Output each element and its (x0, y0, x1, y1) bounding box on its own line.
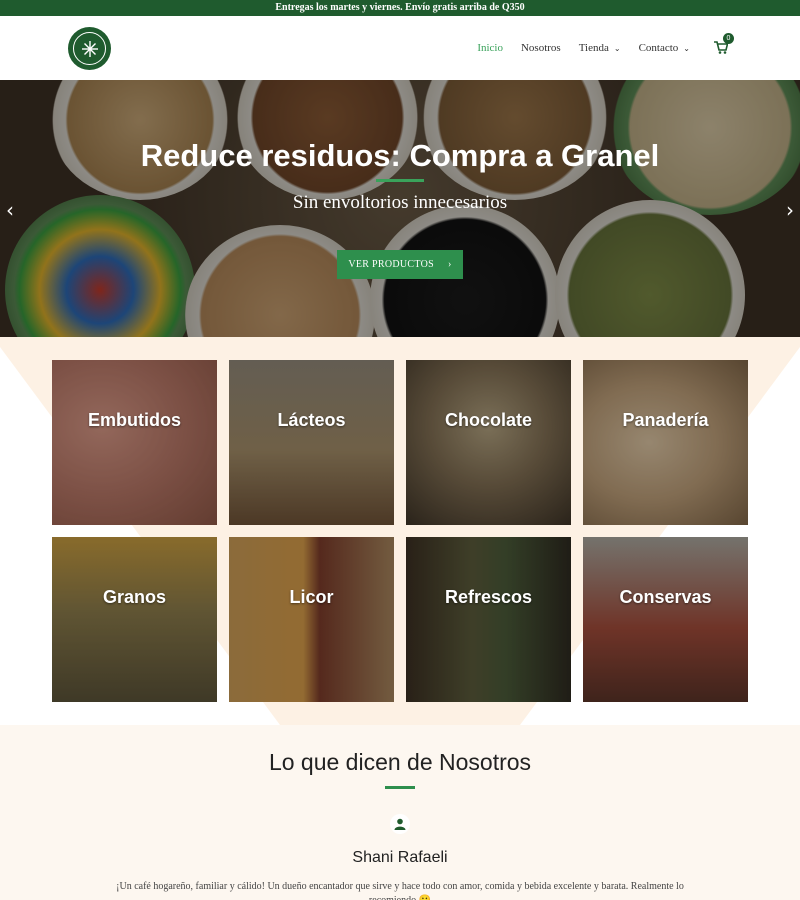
tile-overlay (583, 537, 748, 702)
main-nav: Inicio Nosotros Tienda ⌄ Contacto ⌄ 0 (477, 16, 734, 80)
category-tile-refrescos[interactable]: Refrescos (406, 537, 571, 702)
tile-overlay (52, 360, 217, 525)
nav-contacto[interactable]: Contacto ⌄ (639, 42, 690, 54)
category-label: Chocolate (444, 410, 532, 430)
category-label: Conservas (619, 587, 712, 607)
nav-label: Nosotros (520, 42, 561, 54)
hero-subtitle: Sin envoltorios innecesarios (292, 192, 508, 213)
slider-next-arrow-icon[interactable]: › (786, 198, 794, 222)
category-label: Refrescos (444, 587, 533, 607)
chevron-down-icon: ⌄ (683, 43, 690, 53)
compass-icon (81, 40, 98, 57)
category-label: Panadería (622, 410, 709, 430)
category-grid: Embutidos Lácteos Chocolate Panadería Gr… (0, 337, 800, 725)
user-avatar-icon (390, 814, 410, 834)
category-tile-granos[interactable]: Granos (52, 537, 217, 702)
category-label: Granos (102, 587, 167, 607)
site-header: Inicio Nosotros Tienda ⌄ Contacto ⌄ 0 (0, 16, 800, 80)
category-tile-conservas[interactable]: Conservas (583, 537, 748, 702)
nav-tienda[interactable]: Tienda ⌄ (579, 42, 621, 54)
tile-overlay (583, 360, 748, 525)
nav-label: Inicio (477, 42, 503, 54)
tile-overlay (229, 537, 394, 702)
tile-overlay (406, 537, 571, 702)
category-tile-lacteos[interactable]: Lácteos (229, 360, 394, 525)
tile-overlay (406, 360, 571, 525)
cart-button[interactable]: 0 (714, 33, 734, 55)
testimonial-author: Shani Rafaeli (352, 849, 448, 866)
ver-productos-button[interactable]: VER PRODUCTOS › (337, 250, 463, 279)
category-tile-embutidos[interactable]: Embutidos (52, 360, 217, 525)
site-logo[interactable] (68, 27, 111, 70)
tile-overlay (229, 360, 394, 525)
nav-label: Contacto (638, 42, 679, 54)
cart-count-badge: 0 (723, 33, 734, 44)
announcement-text: Entregas los martes y viernes. Envío gra… (275, 2, 525, 13)
testimonials-section: Lo que dicen de Nosotros Shani Rafaeli ¡… (0, 725, 800, 900)
announcement-bar: Entregas los martes y viernes. Envío gra… (0, 0, 800, 16)
nav-nosotros[interactable]: Nosotros (521, 42, 561, 54)
hero-divider (376, 179, 424, 182)
category-tile-chocolate[interactable]: Chocolate (406, 360, 571, 525)
category-label: Lácteos (277, 410, 346, 430)
nav-label: Tienda (578, 42, 609, 54)
category-tile-licor[interactable]: Licor (229, 537, 394, 702)
slider-prev-arrow-icon[interactable]: ‹ (6, 198, 14, 222)
user-icon (394, 818, 406, 830)
logo-ring (73, 32, 106, 65)
testimonials-divider (385, 786, 415, 789)
testimonials-title: Lo que dicen de Nosotros (268, 749, 532, 775)
chevron-right-icon: › (448, 259, 452, 270)
hero-slider: Reduce residuos: Compra a Granel Sin env… (0, 80, 800, 337)
category-label: Licor (289, 587, 334, 607)
button-label: VER PRODUCTOS (348, 259, 435, 270)
hero-title: Reduce residuos: Compra a Granel (140, 138, 660, 173)
category-tile-panaderia[interactable]: Panadería (583, 360, 748, 525)
testimonial-quote: ¡Un café hogareño, familiar y cálido! Un… (116, 881, 684, 900)
tile-overlay (52, 537, 217, 702)
chevron-down-icon: ⌄ (613, 43, 621, 53)
category-label: Embutidos (88, 410, 181, 430)
nav-inicio[interactable]: Inicio (477, 42, 503, 54)
